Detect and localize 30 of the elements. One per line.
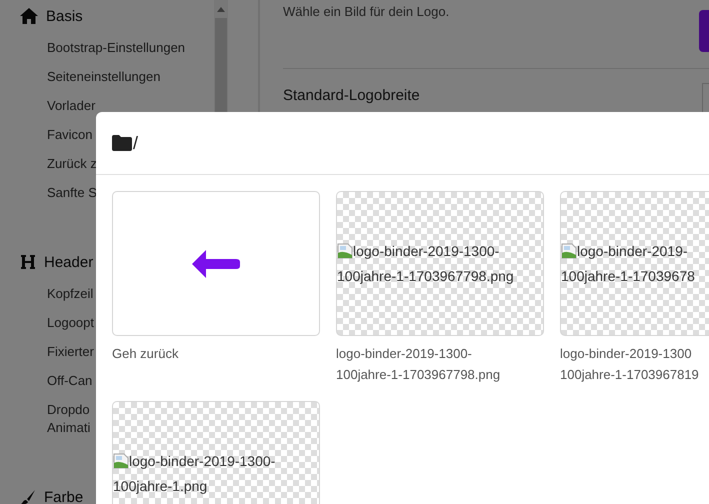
broken-image-icon [561, 243, 577, 259]
broken-image-icon [337, 243, 353, 259]
broken-image-icon [113, 453, 129, 469]
image-alt-text: logo-binder-2019-1300- [129, 452, 276, 471]
scroll-up-icon[interactable] [217, 7, 225, 12]
description-text: Wähle ein Bild für dein Logo. [283, 4, 450, 21]
file-name: logo-binder-2019-1300- 100jahre-1-1703967798.png [336, 345, 502, 384]
section-title: Basis [46, 8, 83, 24]
image-alt-text: 100jahre-1-17039678 [561, 266, 695, 286]
home-icon [20, 8, 38, 24]
folder-path: / [133, 132, 138, 154]
heading-icon [20, 254, 36, 270]
arrow-left-icon [192, 250, 240, 278]
file-tile[interactable]: logo-binder-2019-1300- 100jahre-1.png [112, 401, 320, 504]
back-tile[interactable] [112, 191, 320, 336]
file-name: logo-binder-2019-1300 100jahre-1-1703967819 [560, 345, 700, 384]
image-alt-text: 100jahre-1-1703967798.png [337, 266, 514, 286]
brush-icon [20, 489, 36, 504]
file-tile[interactable]: logo-binder-2019-1300- 100jahre-1-1703967798.png [336, 191, 544, 336]
section-title: Header [44, 254, 94, 270]
image-alt-text: logo-binder-2019-1300- [353, 242, 500, 261]
image-alt-text: 100jahre-1.png [113, 476, 208, 496]
sidebar-item[interactable]: Bootstrap-Einstellungen [0, 39, 214, 57]
section-title: Farbe [44, 488, 84, 504]
sidebar-item[interactable]: Seiteneinstellungen [0, 68, 214, 86]
field-label: Standard-Logobreite [283, 87, 420, 106]
image-alt-text: logo-binder-2019- [577, 242, 688, 261]
tile-label: Geh zurück [112, 345, 180, 363]
folder-icon [112, 135, 132, 151]
file-tile[interactable]: logo-binder-2019- 100jahre-1-17039678 [560, 191, 709, 336]
